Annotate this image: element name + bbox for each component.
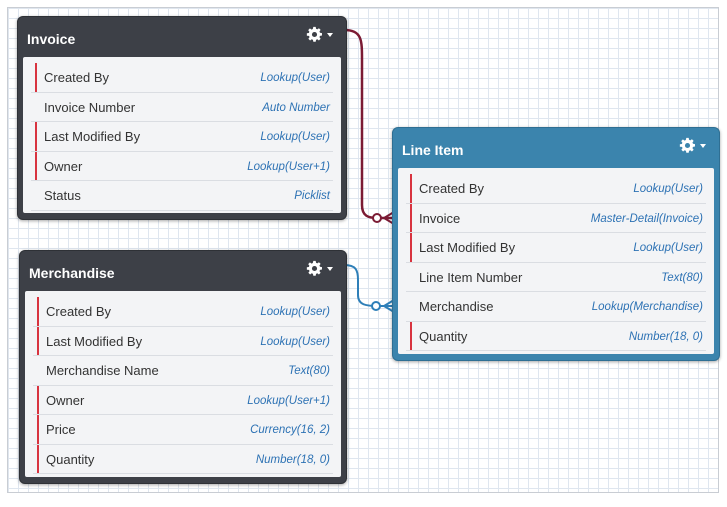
field-list: Created By Lookup(User) Invoice Number Auto… (31, 63, 333, 211)
field-type: Lookup(User+1) (247, 394, 330, 407)
field-row[interactable]: Quantity Number(18, 0) (33, 444, 333, 474)
field-name: Line Item Number (419, 269, 523, 285)
object-title: Merchandise (29, 265, 115, 281)
field-type: Lookup(Merchandise) (591, 301, 703, 313)
field-row[interactable]: Status Picklist (31, 181, 333, 211)
field-type: Number(18, 0) (255, 453, 330, 466)
field-row[interactable]: Invoice Number Auto Number (31, 93, 333, 122)
gear-icon (679, 137, 695, 153)
field-type: Lookup(User) (260, 131, 330, 143)
object-title: Line Item (402, 142, 464, 158)
object-title: Invoice (27, 31, 76, 47)
field-name: Status (44, 188, 81, 203)
field-name: Quantity (46, 451, 95, 467)
field-type: Number(18, 0) (628, 330, 703, 343)
field-type: Text(80) (661, 271, 703, 284)
field-type: Auto Number (262, 101, 330, 114)
object-menu-button[interactable] (679, 137, 706, 154)
field-type: Lookup(User) (260, 72, 330, 84)
field-name: Created By (44, 70, 110, 85)
field-type: Lookup(User) (633, 183, 703, 195)
field-type: Lookup(User) (633, 242, 703, 254)
field-type: Master-Detail(Invoice) (590, 212, 703, 225)
field-name: Owner (44, 158, 83, 174)
field-row[interactable]: Merchandise Name Text(80) (33, 356, 333, 386)
field-row[interactable]: Last Modified By Lookup(User) (31, 122, 333, 152)
field-name: Last Modified By (44, 129, 141, 144)
field-name: Created By (419, 181, 485, 196)
field-name: Last Modified By (46, 333, 143, 349)
gear-icon (306, 26, 322, 42)
field-row[interactable]: Line Item Number Text(80) (406, 263, 706, 292)
field-type: Lookup(User) (260, 306, 330, 318)
field-type: Currency(16, 2) (250, 424, 330, 436)
field-row[interactable]: Owner Lookup(User+1) (33, 385, 333, 415)
object-body: Created By Lookup(User) Last Modified By Lo… (25, 291, 341, 477)
field-row[interactable]: Price Currency(16, 2) (33, 415, 333, 445)
field-name: Merchandise Name (46, 363, 159, 378)
field-type: Lookup(User) (260, 335, 330, 348)
field-name: Last Modified By (419, 240, 516, 255)
object-body: Created By Lookup(User) Invoice Number Auto… (23, 57, 341, 213)
object-card-line-item[interactable]: Line Item Created By Lookup(User) Invoice M… (392, 127, 720, 361)
object-card-invoice[interactable]: Invoice Created By Lookup(User) Invoice Nu… (17, 16, 347, 220)
field-name: Owner (46, 392, 85, 408)
object-header-merchandise[interactable]: Merchandise (20, 251, 346, 289)
field-row[interactable]: Created By Lookup(User) (31, 63, 333, 93)
caret-down-icon (700, 143, 706, 148)
gear-icon (306, 260, 322, 276)
field-row[interactable]: Created By Lookup(User) (33, 297, 333, 327)
field-row[interactable]: Owner Lookup(User+1) (31, 151, 333, 181)
field-row[interactable]: Merchandise Lookup(Merchandise) (406, 292, 706, 322)
field-name: Price (46, 422, 76, 437)
field-name: Created By (46, 304, 112, 319)
object-body: Created By Lookup(User) Invoice Master-Deta… (398, 168, 714, 354)
field-name: Quantity (419, 328, 468, 344)
field-row[interactable]: Last Modified By Lookup(User) (33, 326, 333, 356)
object-menu-button[interactable] (306, 26, 333, 43)
field-name: Merchandise (419, 299, 494, 314)
field-row[interactable]: Quantity Number(18, 0) (406, 321, 706, 351)
field-row[interactable]: Last Modified By Lookup(User) (406, 233, 706, 263)
field-type: Picklist (294, 190, 330, 202)
field-row[interactable]: Invoice Master-Detail(Invoice) (406, 203, 706, 233)
field-list: Created By Lookup(User) Last Modified By Lo… (33, 297, 333, 474)
field-row[interactable]: Created By Lookup(User) (406, 174, 706, 204)
caret-down-icon (327, 266, 333, 271)
object-card-merchandise[interactable]: Merchandise Created By Lookup(User) Last M… (19, 250, 347, 484)
object-header-line-item[interactable]: Line Item (393, 128, 719, 166)
object-menu-button[interactable] (306, 260, 333, 277)
field-name: Invoice Number (44, 99, 136, 115)
field-list: Created By Lookup(User) Invoice Master-Deta… (406, 174, 706, 351)
field-type: Lookup(User+1) (247, 160, 330, 173)
field-name: Invoice (419, 210, 461, 226)
caret-down-icon (327, 32, 333, 37)
object-header-invoice[interactable]: Invoice (18, 17, 346, 55)
field-type: Text(80) (288, 365, 330, 377)
